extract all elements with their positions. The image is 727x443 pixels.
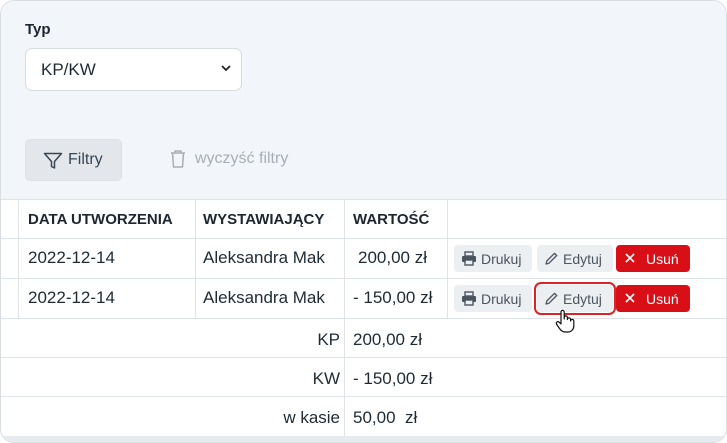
clear-filters-label: wyczyść filtry	[195, 150, 289, 167]
filter-button-label: Filtry	[68, 151, 103, 168]
summary-row: KP 200,00 zł	[1, 318, 726, 357]
summary-label: KW	[312, 369, 340, 388]
row-value: - 150,00 zł	[353, 288, 433, 307]
column-divider	[344, 319, 345, 357]
summary-row: KW - 150,00 zł	[1, 357, 726, 396]
header-value: WARTOŚĆ	[353, 211, 430, 228]
print-button[interactable]: Drukuj	[454, 285, 532, 312]
type-label: Typ	[25, 21, 51, 38]
chevron-down-icon	[221, 65, 231, 72]
column-divider	[18, 239, 19, 278]
table-row: 2022-12-14 Aleksandra Mak - 150,00 zł Dr…	[1, 278, 726, 318]
column-divider	[447, 279, 448, 318]
print-button[interactable]: Drukuj	[454, 245, 532, 272]
summary-label: w kasie	[283, 408, 340, 427]
column-divider	[18, 279, 19, 318]
row-issuer: Aleksandra Mak	[203, 288, 325, 307]
header-date: DATA UTWORZENIA	[28, 211, 173, 228]
horizontal-scrollbar[interactable]	[1, 436, 726, 442]
row-value: 200,00 zł	[358, 248, 427, 267]
printer-icon	[462, 251, 476, 266]
filter-button[interactable]: Filtry	[25, 139, 122, 181]
hand-cursor-icon	[555, 309, 575, 333]
delete-button-label: Usuń	[646, 251, 679, 267]
edit-button[interactable]: Edytuj	[537, 245, 613, 272]
delete-button[interactable]: Usuń	[616, 245, 690, 272]
type-select[interactable]: KP/KW	[25, 48, 242, 91]
print-button-label: Drukuj	[481, 251, 522, 267]
column-divider	[195, 239, 196, 278]
row-issuer: Aleksandra Mak	[203, 248, 325, 267]
edit-button-label: Edytuj	[563, 251, 602, 267]
summary-row: w kasie 50,00 zł	[1, 396, 726, 436]
column-divider	[447, 200, 448, 238]
column-divider	[344, 239, 345, 278]
trash-icon	[171, 150, 185, 168]
column-divider	[344, 279, 345, 318]
summary-value: 200,00 zł	[353, 330, 422, 349]
row-date: 2022-12-14	[28, 248, 115, 267]
summary-value: 50,00 zł	[353, 408, 418, 427]
edit-button[interactable]: Edytuj	[534, 282, 616, 315]
printer-icon	[462, 291, 476, 306]
table-header-row: DATA UTWORZENIA WYSTAWIAJĄCY WARTOŚĆ	[1, 199, 726, 238]
column-divider	[344, 397, 345, 436]
column-divider	[195, 279, 196, 318]
delete-button-label: Usuń	[646, 291, 679, 307]
print-button-label: Drukuj	[481, 291, 522, 307]
filter-icon	[43, 152, 63, 169]
header-issuer: WYSTAWIAJĄCY	[203, 211, 325, 228]
column-divider	[447, 239, 448, 278]
column-divider	[18, 200, 19, 238]
column-divider	[195, 200, 196, 238]
filter-panel: Typ KP/KW Filtry wyczyść filtry	[1, 1, 726, 199]
summary-value: - 150,00 zł	[353, 369, 433, 388]
close-icon	[625, 253, 635, 263]
cash-register-card: Typ KP/KW Filtry wyczyść filtry DATA UTW…	[0, 0, 727, 443]
type-select-value: KP/KW	[41, 60, 96, 79]
table-row: 2022-12-14 Aleksandra Mak 200,00 zł Druk…	[1, 238, 726, 278]
column-divider	[344, 200, 345, 238]
edit-button-label: Edytuj	[563, 291, 602, 307]
pencil-icon	[545, 252, 558, 265]
delete-button[interactable]: Usuń	[616, 285, 690, 312]
column-divider	[344, 358, 345, 396]
pencil-icon	[545, 292, 558, 305]
clear-filters-button[interactable]: wyczyść filtry	[167, 139, 317, 181]
summary-label: KP	[317, 330, 340, 349]
row-date: 2022-12-14	[28, 288, 115, 307]
close-icon	[625, 293, 635, 303]
